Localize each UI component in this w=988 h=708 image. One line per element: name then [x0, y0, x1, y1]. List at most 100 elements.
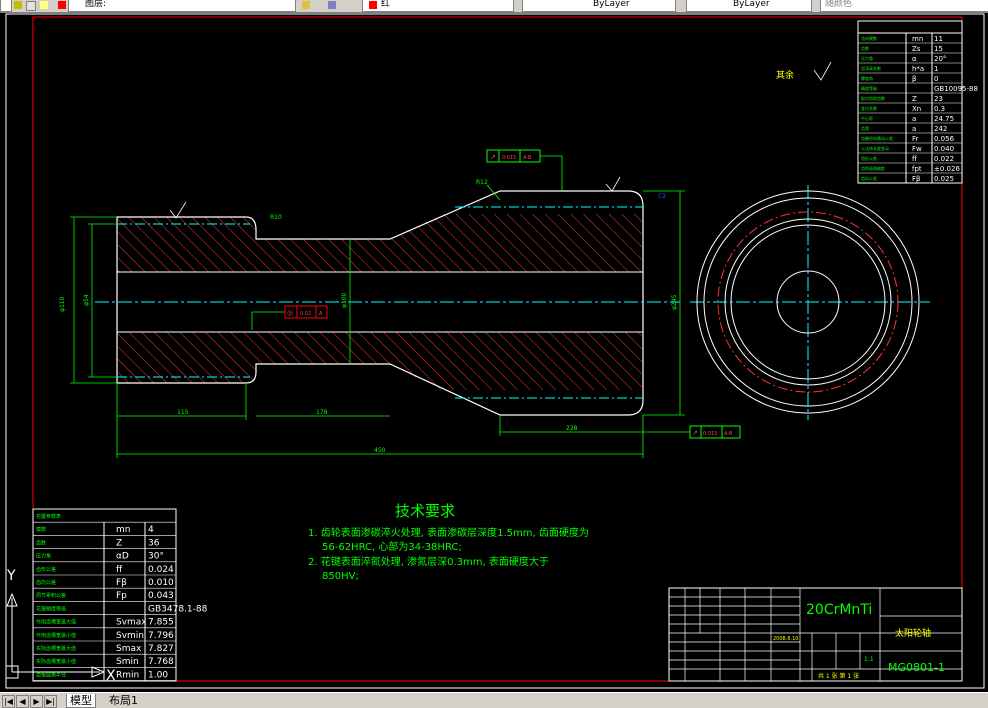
spline-param-value: 7.855	[148, 618, 174, 628]
gear-param-name: 齿顶高系数	[861, 65, 881, 71]
gear-param-symbol: a	[912, 115, 916, 123]
side-view	[690, 185, 930, 420]
layer-lock-icon[interactable]	[40, 1, 48, 9]
gear-param-value: 0.040	[934, 145, 954, 153]
spline-param-name: 作用齿槽宽最小值	[36, 632, 76, 639]
title-block: 20CrMnTi 太阳轮轴 MG0801-1 1:1 2008.6.10 共 1…	[668, 587, 963, 682]
gear-param-symbol: h*a	[912, 65, 924, 73]
tech-notes: 1. 齿轮表面渗碳淬火处理, 表面渗碳层深度1.5mm, 齿面硬度为 56-62…	[308, 526, 589, 582]
next-tab-button[interactable]: ▶	[30, 695, 43, 708]
tol-mid-value: 0.02	[300, 311, 311, 317]
spline-param-name: 花键参数表	[36, 513, 61, 520]
spline-param-symbol: Svmin	[116, 631, 144, 641]
gear-param-name: 齿形公差	[861, 155, 877, 161]
tech-title: 技术要求	[395, 502, 455, 520]
spline-param-value: GB3478.1-88	[148, 604, 208, 614]
ucs-icon: Y X	[5, 568, 116, 684]
dim-len-178: 178	[316, 409, 328, 416]
gear-param-name: 齿数	[861, 45, 869, 51]
spline-param-name: 作用齿槽宽最大值	[36, 619, 76, 626]
gear-param-value: GB10095-88	[934, 85, 978, 93]
shaft-view	[95, 190, 680, 416]
gear-param-symbol: a	[912, 125, 916, 133]
lineweight-value: ByLayer	[733, 0, 770, 9]
gear-param-table: 法向模数 mn 11 齿数 Zs 15 压力角 α 20° 齿顶高系数 h*a 1 螺旋角 β 0 精度等级 G…	[857, 20, 978, 184]
tol-frame-mid: ◎ 0.02 A	[284, 305, 328, 319]
tol-mid-ref: A	[319, 311, 323, 317]
roughness-symbols	[169, 61, 832, 219]
last-tab-button[interactable]: ▶|	[44, 695, 57, 708]
gear-param-name: 齿向公差	[861, 175, 877, 181]
first-tab-button[interactable]: |◀	[2, 695, 15, 708]
spline-param-symbol: Fp	[116, 591, 127, 601]
drawing-canvas[interactable]: φ110 φ54 φ100 φ245 115 178 228 450 R10 R…	[0, 12, 988, 692]
gear-param-name: 中心距	[861, 115, 873, 121]
spline-param-symbol: ff	[116, 565, 123, 575]
gear-param-name: 公法线长度变动	[861, 145, 889, 151]
prev-tab-button[interactable]: ◀	[16, 695, 29, 708]
gear-param-value: 0.3	[934, 105, 945, 113]
gear-param-name: 配对齿轮齿数	[861, 95, 885, 101]
gear-param-name: 精度等级	[861, 85, 877, 91]
plotstyle-dropdown[interactable]: 随颜色	[820, 0, 988, 12]
spline-param-name: 花键精度等级	[36, 605, 66, 612]
layer-freeze-icon[interactable]	[26, 1, 36, 11]
gear-param-name: 法向模数	[861, 35, 877, 41]
lineweight-dropdown[interactable]: ByLayer	[686, 0, 812, 12]
tol-bottom-ref: A-B	[724, 431, 733, 437]
layout-tab-bar: |◀ ◀ ▶ ▶| 模型 布局1	[0, 692, 988, 708]
tab-layout1[interactable]: 布局1	[106, 694, 141, 707]
dim-mid-dia: φ100	[341, 292, 348, 308]
linetype-value: ByLayer	[593, 0, 630, 9]
gear-param-value: 0.056	[934, 135, 955, 143]
gear-param-symbol: α	[912, 55, 917, 63]
linetype-dropdown[interactable]: ByLayer	[522, 0, 676, 12]
gear-param-name: 压力角	[861, 55, 873, 61]
layer-color-icon	[58, 1, 66, 9]
tech-line-3: 2. 花键表面淬氮处理, 渗氮层深0.3mm, 表面硬度大于	[308, 555, 549, 568]
gear-param-symbol: Fw	[912, 145, 922, 153]
gear-param-value: 0.022	[934, 155, 954, 163]
spline-param-symbol: Smax	[116, 644, 142, 654]
gear-param-symbol: Z	[912, 95, 917, 103]
spline-param-name: 压力角	[36, 553, 51, 560]
make-layer-current-icon[interactable]	[302, 1, 310, 9]
drawing-number-text: MG0801-1	[888, 661, 945, 674]
gear-param-name: 齿圈径向跳动公差	[861, 135, 893, 141]
gear-param-value: 11	[934, 35, 943, 43]
plotstyle-value: 随颜色	[825, 0, 853, 9]
spline-param-value: 0.043	[148, 591, 174, 601]
dim-left-inner: φ54	[83, 294, 90, 306]
tol-frame-bottom: ↗ 0.015 A-B	[689, 425, 741, 439]
date-text: 2008.6.10	[773, 636, 798, 642]
drawing-svg[interactable]: φ110 φ54 φ100 φ245 115 178 228 450 R10 R…	[0, 12, 988, 692]
tol-top-value: 0.015	[502, 155, 516, 161]
color-control-dropdown[interactable]: 红	[362, 0, 514, 12]
tech-line-2: 56-62HRC, 心部为34-38HRC;	[322, 540, 462, 553]
gear-param-symbol: mn	[912, 35, 923, 43]
spline-param-value: 7.796	[148, 631, 174, 641]
spline-param-value: 30°	[148, 552, 164, 562]
tech-line-4: 850HV;	[322, 571, 359, 582]
layer-dropdown[interactable]: 图层:	[68, 0, 296, 12]
gear-param-symbol: Zs	[912, 45, 921, 53]
spline-param-value: 36	[148, 538, 160, 548]
layer-on-icon[interactable]	[14, 1, 22, 9]
spline-param-value: 1.00	[148, 670, 168, 680]
gear-param-name: 齿距极限偏差	[861, 165, 885, 171]
gear-param-name: 齿宽	[861, 125, 869, 131]
toolbar-left-edge	[0, 0, 12, 12]
gear-param-value: 24.75	[934, 115, 954, 123]
gear-param-value: 20°	[934, 55, 946, 63]
gear-param-value: 1	[934, 65, 938, 73]
color-swatch-icon	[369, 1, 377, 9]
spline-param-symbol: Svmax	[116, 618, 147, 628]
gear-param-value: 0.025	[934, 175, 954, 183]
dim-total-length: 450	[374, 447, 386, 454]
spline-param-name: 齿向公差	[36, 579, 56, 586]
gear-param-symbol: β	[912, 75, 916, 83]
layer-previous-icon[interactable]	[328, 1, 336, 9]
tab-model[interactable]: 模型	[66, 694, 96, 708]
gear-param-value: 242	[934, 125, 947, 133]
layer-label: 图层:	[85, 0, 107, 9]
